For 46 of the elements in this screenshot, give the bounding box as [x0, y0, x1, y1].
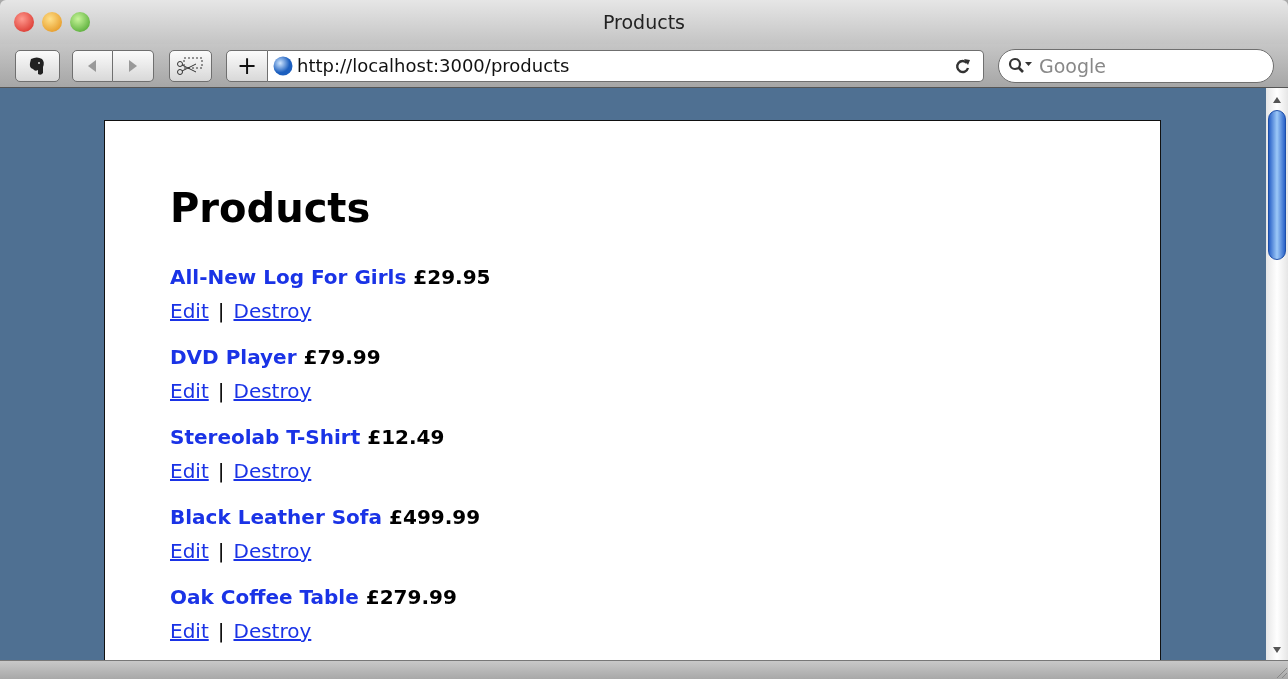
elephant-button[interactable]	[15, 49, 60, 82]
separator: |	[217, 458, 225, 485]
product-link[interactable]: All-New Log For Girls	[170, 260, 407, 294]
edit-link[interactable]: Edit	[170, 454, 209, 488]
add-bookmark-button[interactable]: +	[226, 49, 268, 82]
destroy-link[interactable]: Destroy	[233, 454, 312, 488]
resize-grip-icon[interactable]	[1274, 665, 1288, 679]
product-price: £499.99	[389, 504, 481, 531]
product-link[interactable]: Oak Coffee Table	[170, 580, 359, 614]
scroll-down-icon[interactable]	[1272, 646, 1282, 654]
destroy-link[interactable]: Destroy	[233, 534, 312, 568]
address-field[interactable]: http://localhost:3000/products	[268, 49, 984, 82]
search-icon	[1008, 56, 1034, 75]
product-price: £29.95	[413, 264, 491, 291]
back-arrow-icon	[86, 58, 98, 73]
product-link[interactable]: Stereolab T-Shirt	[170, 420, 361, 454]
edit-link[interactable]: Edit	[170, 534, 209, 568]
page-heading: Products	[170, 184, 371, 233]
edit-link[interactable]: Edit	[170, 614, 209, 648]
close-button[interactable]	[14, 12, 34, 32]
edit-link[interactable]: Edit	[170, 374, 209, 408]
forward-button[interactable]	[112, 49, 154, 82]
separator: |	[217, 378, 225, 405]
destroy-link[interactable]: Destroy	[233, 294, 312, 328]
product-price: £12.49	[367, 424, 445, 451]
scissors-icon	[176, 55, 205, 76]
separator: |	[217, 618, 225, 645]
back-button[interactable]	[71, 49, 113, 82]
edit-link[interactable]: Edit	[170, 294, 209, 328]
scroll-up-icon[interactable]	[1272, 96, 1282, 104]
clip-button[interactable]	[168, 49, 212, 82]
reload-icon[interactable]	[955, 57, 971, 74]
product-price: £279.99	[365, 584, 457, 611]
product-price: £79.99	[303, 344, 381, 371]
scrollbar[interactable]	[1266, 88, 1288, 660]
product-link[interactable]: DVD Player	[170, 340, 297, 374]
separator: |	[217, 298, 225, 325]
globe-icon	[273, 55, 293, 76]
scroll-thumb[interactable]	[1268, 110, 1286, 260]
destroy-link[interactable]: Destroy	[233, 374, 312, 408]
forward-arrow-icon	[126, 58, 139, 73]
search-field[interactable]: Google	[998, 48, 1274, 83]
destroy-link[interactable]: Destroy	[233, 614, 312, 648]
product-link[interactable]: Black Leather Sofa	[170, 500, 383, 534]
separator: |	[217, 538, 225, 565]
window-title: Products	[602, 11, 685, 33]
